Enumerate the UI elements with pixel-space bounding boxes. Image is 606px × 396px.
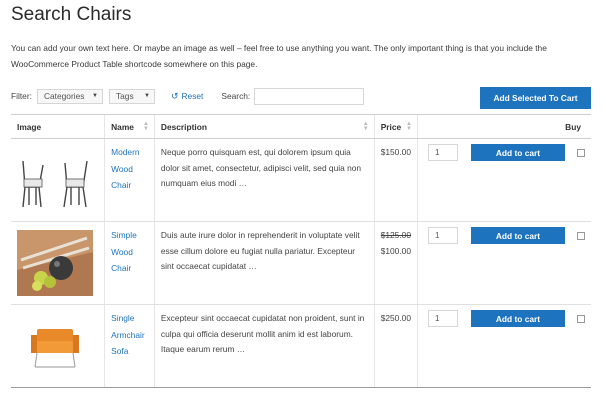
select-checkbox[interactable] (576, 231, 585, 240)
product-name-link[interactable]: Modern Wood Chair (104, 138, 155, 222)
table-row: Modern Wood Chair Neque porro quisquam e… (11, 138, 591, 222)
reset-label: Reset (181, 91, 204, 101)
select-checkbox[interactable] (576, 314, 585, 323)
sort-icon: ▲ ▼ (406, 121, 412, 132)
quantity-input[interactable]: 1 (427, 227, 458, 244)
product-price: $250.00 (373, 304, 418, 388)
intro-text: You can add your own text here. Or maybe… (11, 43, 547, 69)
chevron-down-icon: ▼ (91, 93, 98, 99)
reset-icon: ↺ (170, 90, 179, 101)
buy-cell: 1 Add to cart (416, 138, 591, 222)
filter-label: Filter: (11, 91, 32, 101)
column-header-buy: Buy (416, 114, 591, 139)
quantity-input[interactable]: 1 (427, 144, 458, 161)
table-row: Simple Wood Chair Duis aute irure dolor … (11, 221, 591, 305)
product-image-cell (11, 304, 105, 388)
column-header-price[interactable]: Price ▲ ▼ (373, 114, 418, 139)
product-price-value: $250.00 (380, 313, 411, 323)
add-to-cart-button[interactable]: Add to cart (470, 144, 565, 161)
product-price-value: $150.00 (380, 147, 411, 157)
chevron-down-icon: ▼ (143, 93, 150, 99)
product-price: $150.00 (373, 138, 418, 222)
select-checkbox[interactable] (576, 148, 585, 157)
table-row: Single Armchair Sofa Excepteur sint occa… (11, 304, 591, 388)
column-header-price-label: Price (380, 121, 402, 132)
add-to-cart-button[interactable]: Add to cart (470, 227, 565, 244)
column-header-description-label: Description (160, 121, 207, 132)
product-image-single-armchair-sofa[interactable] (17, 313, 93, 379)
product-image-cell (11, 138, 105, 222)
sort-icon: ▲ ▼ (362, 121, 369, 132)
page-title: Search Chairs (11, 4, 132, 25)
column-header-buy-label: Buy (565, 121, 581, 132)
sort-icon: ▲ ▼ (142, 121, 149, 132)
quantity-input[interactable]: 1 (427, 310, 458, 327)
tags-select[interactable]: Tags ▼ (108, 88, 155, 104)
column-header-description[interactable]: Description ▲ ▼ (153, 114, 375, 139)
product-price-old: $125.00 (380, 230, 411, 240)
product-image-simple-wood-chair[interactable] (17, 230, 93, 296)
product-price-value: $100.00 (380, 245, 411, 256)
add-to-cart-button[interactable]: Add to cart (470, 310, 565, 327)
buy-cell: 1 Add to cart (416, 221, 591, 305)
reset-link[interactable]: ↺ Reset (171, 91, 203, 102)
product-description: Neque porro quisquam est, qui dolorem ip… (153, 138, 375, 222)
product-table: Image Name ▲ ▼ Description ▲ ▼ Price ▲ ▼ Buy (11, 114, 591, 388)
add-selected-to-cart-button[interactable]: Add Selected To Cart (480, 87, 591, 109)
filter-bar: Filter: Categories ▼ Tags ▼ ↺ Reset Sear… (11, 87, 365, 105)
column-header-image[interactable]: Image (11, 114, 105, 139)
product-price: $125.00 $100.00 (373, 221, 418, 305)
product-name-link[interactable]: Single Armchair Sofa (104, 304, 155, 388)
column-header-name[interactable]: Name ▲ ▼ (104, 114, 155, 139)
product-image-cell (11, 221, 105, 305)
product-description: Duis aute irure dolor in reprehenderit i… (153, 221, 375, 305)
product-description: Excepteur sint occaecat cupidatat non pr… (153, 304, 375, 388)
product-image-modern-wood-chair[interactable] (17, 147, 93, 213)
column-header-image-label: Image (17, 121, 42, 132)
categories-select-label: Categories (43, 91, 85, 101)
product-name-link[interactable]: Simple Wood Chair (104, 221, 155, 305)
tags-select-label: Tags (115, 91, 134, 101)
categories-select[interactable]: Categories ▼ (36, 88, 103, 104)
search-input[interactable] (254, 87, 365, 105)
column-header-name-label: Name (111, 121, 134, 132)
buy-cell: 1 Add to cart (416, 304, 591, 388)
search-label: Search: (221, 91, 251, 101)
